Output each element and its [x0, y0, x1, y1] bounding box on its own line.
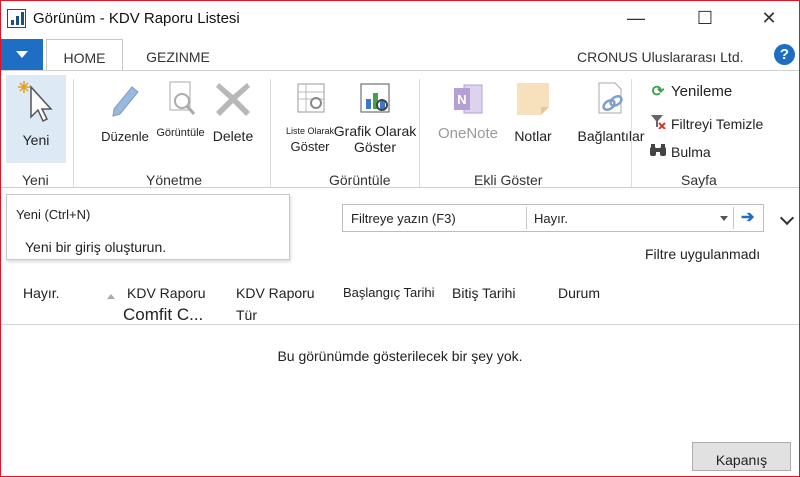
ribbon-divider	[270, 79, 271, 187]
new-button-label: Yeni	[22, 132, 50, 148]
onenote-button[interactable]: N OneNote	[431, 79, 505, 142]
arrow-right-icon[interactable]: ➔	[741, 207, 754, 227]
view-magnifier-icon	[169, 81, 195, 115]
help-icon[interactable]: ?	[774, 44, 795, 65]
ribbon: Yeni Yeni Düzenle Görüntüle Delete Yönet…	[1, 70, 799, 188]
group-label-yonetme: Yönetme	[146, 172, 203, 188]
onenote-label: OneNote	[437, 125, 499, 142]
title-bar: Görünüm - KDV Raporu Listesi — ☐ ✕	[1, 1, 799, 37]
filter-divider	[733, 207, 734, 229]
edit-button-label: Düzenle	[101, 129, 149, 144]
column-kdv-raporu-label: KDV Raporu	[127, 285, 206, 301]
find-label: Bulma	[671, 144, 711, 160]
app-chart-icon	[7, 9, 26, 28]
delete-button[interactable]: Delete	[208, 79, 258, 144]
ribbon-divider	[419, 79, 420, 187]
ribbon-divider	[631, 79, 632, 187]
tooltip-description: Yeni bir giriş oluşturun.	[25, 239, 167, 255]
filter-bar: Filtreye yazın (F3) Hayır. ➔	[342, 204, 764, 232]
column-header-baslangic-tarihi[interactable]: Başlangıç Tarihi	[343, 282, 435, 304]
window-title: Görünüm - KDV Raporu Listesi	[33, 10, 240, 27]
column-header-durum[interactable]: Durum	[558, 282, 600, 304]
column-header-bitis-tarihi[interactable]: Bitiş Tarihi	[452, 282, 516, 304]
new-tooltip: Yeni (Ctrl+N) Yeni bir giriş oluşturun.	[6, 194, 290, 260]
binoculars-icon	[649, 143, 667, 160]
delete-x-icon	[216, 83, 250, 116]
refresh-button[interactable]: ⟳ Yenileme	[649, 82, 732, 100]
empty-list-message: Bu görünümde gösterilecek bir şey yok.	[277, 348, 523, 364]
clear-filter-button[interactable]: Filtreyi Temizle	[649, 113, 763, 132]
list-view-icon	[297, 83, 325, 113]
column-header-kdv-raporu[interactable]: KDV Raporu Comfit C...	[123, 282, 206, 326]
close-window-button[interactable]: ✕	[746, 1, 792, 35]
filter-field-select[interactable]: Hayır.	[534, 211, 568, 226]
delete-button-label: Delete	[212, 128, 254, 144]
show-as-chart-label-2: Göster	[353, 139, 396, 155]
pencil-icon	[112, 86, 139, 117]
group-label-goruntule: Görüntüle	[329, 172, 391, 188]
filter-input[interactable]: Filtreye yazın (F3)	[351, 211, 456, 226]
new-cursor-icon	[18, 81, 53, 123]
links-icon	[598, 82, 623, 114]
show-as-chart-label-1: Grafik Olarak	[333, 123, 417, 139]
maximize-button[interactable]: ☐	[682, 1, 728, 35]
header-divider	[1, 324, 799, 325]
company-name[interactable]: CRONUS Uluslararası Ltd.	[577, 49, 744, 65]
show-as-chart-button[interactable]: Grafik Olarak Göster	[331, 79, 419, 155]
group-label-ekli-goster: Ekli Göster	[474, 172, 543, 188]
ribbon-divider	[73, 79, 74, 187]
tab-gezinme[interactable]: GEZINME	[133, 39, 223, 71]
view-button-label: Görüntüle	[156, 127, 205, 139]
column-tur-label-2: Tür	[236, 307, 257, 323]
notes-label: Notlar	[514, 128, 552, 144]
notes-icon	[517, 83, 549, 115]
view-button[interactable]: Görüntüle	[153, 79, 208, 139]
group-label-sayfa: Sayfa	[681, 172, 717, 188]
svg-text:N: N	[457, 92, 466, 107]
filter-status: Filtre uygulanmadı	[645, 246, 761, 262]
group-label-yeni: Yeni	[22, 172, 49, 188]
expand-chevron-icon[interactable]	[779, 210, 795, 226]
close-button[interactable]: Kapanış	[692, 442, 791, 471]
refresh-label: Yenileme	[671, 83, 733, 100]
chart-view-icon	[360, 83, 390, 113]
onenote-icon: N	[454, 84, 483, 114]
clear-filter-icon	[649, 113, 667, 132]
links-button[interactable]: Bağlantılar	[576, 79, 646, 144]
filter-divider	[526, 207, 527, 229]
column-header-kdv-raporu-tur[interactable]: KDV Raporu Tür	[236, 282, 315, 326]
chevron-down-icon[interactable]	[720, 216, 728, 221]
new-button[interactable]: Yeni	[6, 75, 66, 163]
edit-button[interactable]: Düzenle	[99, 79, 151, 144]
sort-ascending-icon	[107, 294, 115, 299]
find-button[interactable]: Bulma	[649, 143, 711, 160]
refresh-icon: ⟳	[651, 83, 665, 100]
column-header-no[interactable]: Hayır.	[23, 282, 60, 304]
clear-filter-label: Filtreyi Temizle	[671, 116, 764, 132]
notes-button[interactable]: Notlar	[508, 79, 558, 144]
column-kdv-raporu-value: Comfit C...	[123, 305, 204, 324]
links-label: Bağlantılar	[577, 128, 645, 144]
column-tur-label-1: KDV Raporu	[236, 285, 315, 301]
tooltip-title: Yeni (Ctrl+N)	[16, 207, 91, 222]
app-window: Görünüm - KDV Raporu Listesi — ☐ ✕ HOME …	[0, 0, 800, 477]
tab-home[interactable]: HOME	[46, 39, 123, 71]
app-menu-button[interactable]	[1, 39, 43, 70]
minimize-button[interactable]: —	[613, 1, 659, 35]
